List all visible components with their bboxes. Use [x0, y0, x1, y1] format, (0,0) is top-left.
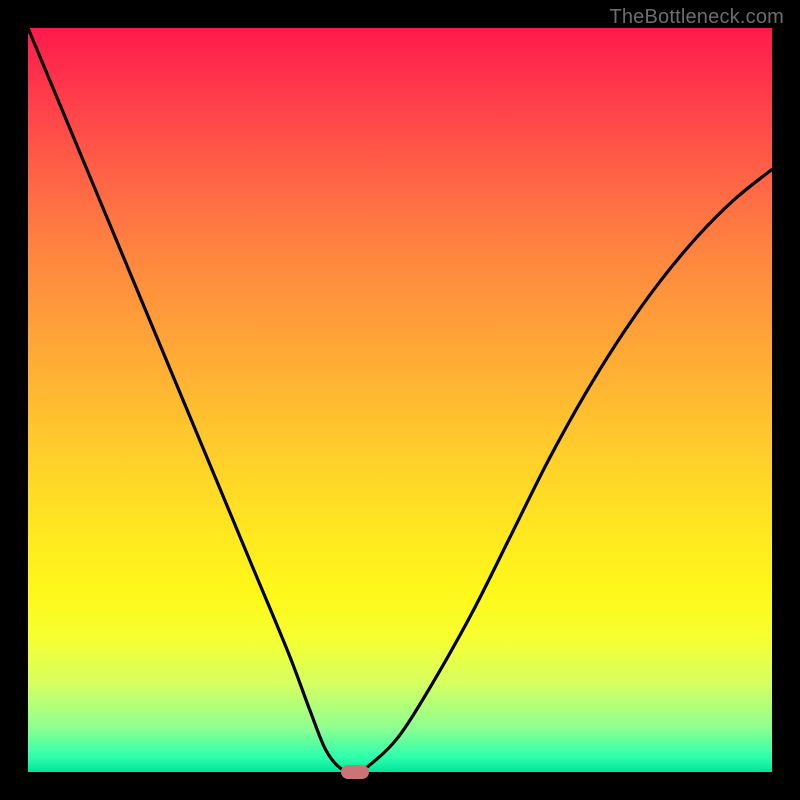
plot-area [28, 28, 772, 772]
chart-frame: TheBottleneck.com [0, 0, 800, 800]
bottleneck-curve [28, 28, 772, 772]
watermark-text: TheBottleneck.com [609, 6, 784, 29]
optimal-marker [341, 765, 369, 779]
